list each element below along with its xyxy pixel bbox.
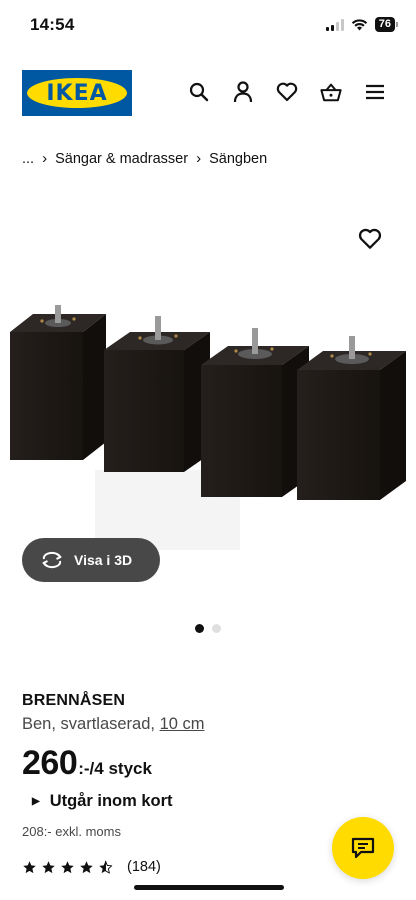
add-to-wishlist-heart-icon[interactable] <box>358 228 382 250</box>
star-half-icon <box>99 860 113 874</box>
product-price: 260 :-/4 styck <box>22 744 152 783</box>
profile-icon[interactable] <box>232 80 254 104</box>
ikea-logo[interactable]: IKEA <box>22 70 132 116</box>
rating[interactable]: (184) <box>22 859 161 875</box>
price-unit: :-/4 styck <box>78 759 152 778</box>
leg-block <box>297 336 406 500</box>
menu-icon[interactable] <box>364 80 386 104</box>
signal-icon <box>325 18 344 31</box>
caret-right-icon: ▶ <box>32 796 40 807</box>
leg-block <box>104 316 210 472</box>
heart-icon[interactable] <box>276 80 298 104</box>
star-full-icon <box>80 860 93 873</box>
header-actions <box>188 80 386 104</box>
chevron-right-icon: › <box>196 150 202 167</box>
logo-text: IKEA <box>46 80 108 106</box>
product-description: Ben, svartlaserad, 10 cm <box>22 715 205 734</box>
availability-toggle[interactable]: ▶ Utgår inom kort <box>32 792 173 811</box>
breadcrumb: ... › Sängar & madrasser › Sängben <box>22 150 267 167</box>
rotate-3d-icon <box>42 551 62 569</box>
basket-icon[interactable] <box>320 80 342 104</box>
view-in-3d-button[interactable]: Visa i 3D <box>22 538 160 582</box>
chat-icon <box>351 837 375 859</box>
star-full-icon <box>23 860 36 873</box>
rating-count: (184) <box>127 859 161 875</box>
battery-level: 76 <box>374 17 395 32</box>
star-full-icon <box>61 860 74 873</box>
product-size-link[interactable]: 10 cm <box>160 715 205 733</box>
carousel-dots <box>195 624 221 633</box>
status-time: 14:54 <box>30 15 75 34</box>
price-excl-vat: 208:- exkl. moms <box>22 824 121 839</box>
status-indicators: 76 <box>325 17 398 32</box>
availability-label: Utgår inom kort <box>49 792 173 810</box>
site-header: IKEA <box>0 70 416 118</box>
breadcrumb-item-beds[interactable]: Sängar & madrasser <box>55 151 188 167</box>
chat-button[interactable] <box>332 817 394 879</box>
breadcrumb-ellipsis[interactable]: ... <box>22 151 34 167</box>
battery-icon: 76 <box>374 17 398 32</box>
home-indicator[interactable] <box>134 885 284 890</box>
product-name: BRENNÅSEN <box>22 692 126 709</box>
status-bar: 14:54 76 <box>0 0 416 50</box>
price-amount: 260 <box>22 744 78 782</box>
leg-block <box>201 328 309 497</box>
view-in-3d-label: Visa i 3D <box>74 552 133 568</box>
star-full-icon <box>42 860 55 873</box>
search-icon[interactable] <box>188 80 210 104</box>
carousel-dot[interactable] <box>195 624 204 633</box>
carousel-dot[interactable] <box>212 624 221 633</box>
leg-block <box>10 305 106 460</box>
breadcrumb-item-bed-legs[interactable]: Sängben <box>209 151 267 167</box>
product-description-text: Ben, svartlaserad, <box>22 715 155 733</box>
chevron-right-icon: › <box>42 150 48 167</box>
wifi-icon <box>351 18 367 30</box>
